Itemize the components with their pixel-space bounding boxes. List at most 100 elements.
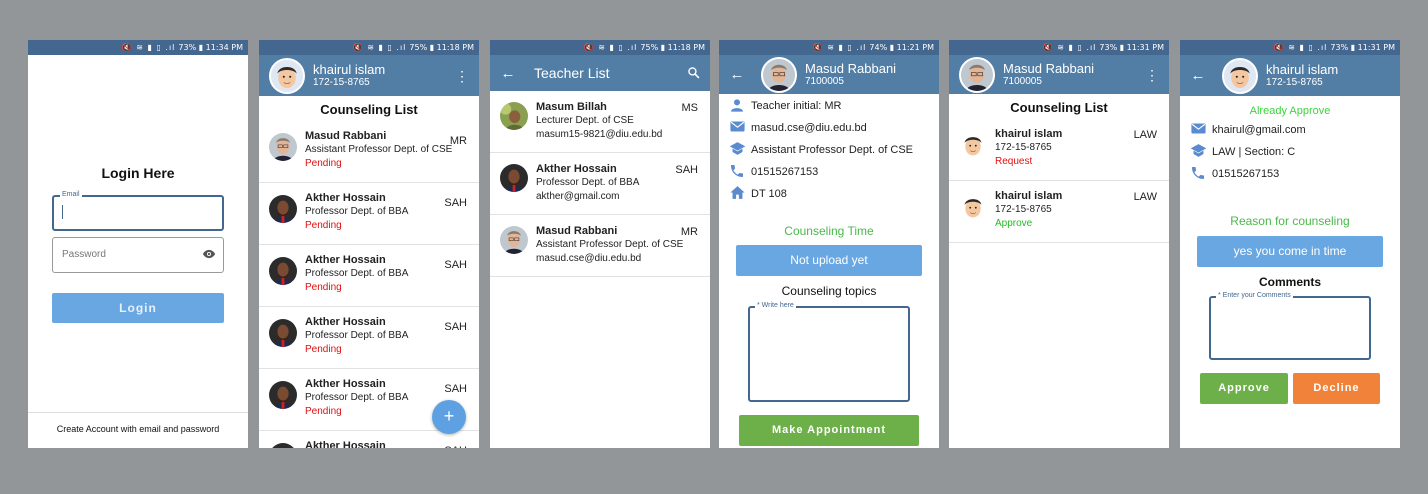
student-avatar [959, 131, 987, 159]
list-item[interactable]: Masud Rabbani Assistant Professor Dept. o… [490, 215, 710, 277]
teacher-list: Masum Billah Lecturer Dept. of CSE masum15… [490, 91, 710, 277]
info-row: masud.cse@diu.edu.bd [727, 117, 931, 139]
user-id: 172-15-8765 [313, 77, 370, 88]
student-avatar [959, 193, 987, 221]
teacher-name: Masud Rabbani [805, 61, 897, 76]
status-bar: 🔇 ≋ ▮ ▯ .ıl 73% ▮ 11:34 PM [28, 40, 248, 55]
avatar [1222, 57, 1258, 94]
student-id: 172-15-8765 [1266, 77, 1323, 88]
teacher-role: Assistant Professor Dept. of CSE [536, 239, 684, 250]
back-arrow-icon[interactable]: ← [727, 66, 747, 83]
student-info: khairul@gmail.com LAW | Section: C 0151526… [1180, 119, 1400, 185]
home-icon [727, 184, 747, 204]
login-screen: 🔇 ≋ ▮ ▯ .ıl 73% ▮ 11:34 PM Login Here Ema… [28, 40, 248, 448]
counseling-time-title: Counseling Time [784, 224, 874, 238]
teacher-avatar [500, 226, 528, 254]
list-item[interactable]: khairul islam 172-15-8765 Request LAW [949, 119, 1169, 181]
list-item[interactable]: Akther Hossain Professor Dept. of BBA Pend… [259, 183, 479, 245]
person-icon [727, 97, 747, 116]
app-bar: ← Teacher List [490, 55, 710, 91]
school-icon [727, 140, 747, 160]
comments-label: * Enter your Comments [1216, 292, 1293, 299]
student-name: khairul islam [1266, 62, 1339, 77]
login-button[interactable]: Login [52, 293, 224, 323]
teacher-initial: SAH [444, 383, 467, 395]
teacher-counseling-screen: 🔇 ≋ ▮ ▯ .ıl 73% ▮ 11:31 PM Masud Rabbani … [949, 40, 1169, 448]
list-item[interactable]: Akther Hossain Professor Dept. of BBA Pend… [259, 307, 479, 369]
status-bar: 🔇 ≋ ▮ ▯ .ıl 73% ▮ 11:31 PM [1180, 40, 1400, 55]
info-row: LAW | Section: C [1188, 141, 1392, 163]
info-text: LAW | Section: C [1212, 146, 1296, 158]
reason-title: Reason for counseling [1230, 214, 1350, 228]
list-item[interactable]: khairul islam 172-15-8765 Approve LAW [949, 181, 1169, 243]
more-vert-icon[interactable]: ⋮ [455, 69, 469, 83]
counseling-time-button[interactable]: Not upload yet [736, 245, 922, 276]
teacher-avatar [500, 102, 528, 130]
teacher-avatar [500, 164, 528, 192]
teacher-initial: MS [681, 102, 699, 114]
login-title: Login Here [101, 165, 175, 181]
status-badge: Pending [305, 158, 342, 169]
info-text: DT 108 [751, 188, 787, 200]
teacher-avatar [269, 443, 297, 448]
back-arrow-icon[interactable]: ← [498, 65, 518, 82]
back-arrow-icon[interactable]: ← [1188, 67, 1208, 84]
user-name: khairul islam [313, 62, 386, 77]
add-fab[interactable]: + [432, 400, 466, 434]
info-text: khairul@gmail.com [1212, 124, 1306, 136]
status-badge: Pending [305, 344, 342, 355]
student-id: 172-15-8765 [995, 142, 1052, 153]
info-row: khairul@gmail.com [1188, 119, 1392, 141]
teacher-email: akther@gmail.com [536, 191, 620, 202]
info-text: 01515267153 [1212, 168, 1280, 180]
phone-icon [727, 163, 747, 182]
info-row: DT 108 [727, 183, 931, 205]
list-item[interactable]: Akther Hossain Professor Dept. of BBA Pend… [259, 245, 479, 307]
page-title: Teacher List [534, 65, 610, 81]
list-item[interactable]: Masud Rabbani Assistant Professor Dept. o… [259, 121, 479, 183]
comments-title: Comments [1258, 275, 1321, 289]
avatar[interactable] [269, 57, 305, 94]
info-row: 01515267153 [1188, 163, 1392, 185]
list-item[interactable]: Masum Billah Lecturer Dept. of CSE masum15… [490, 91, 710, 153]
teacher-name: Masum Billah [536, 101, 607, 113]
item-text: Masum Billah Lecturer Dept. of CSE masum15… [536, 100, 700, 146]
teacher-initial: SAH [675, 164, 698, 176]
visibility-icon[interactable] [202, 247, 216, 261]
info-text: 01515267153 [751, 166, 819, 178]
status-bar: 🔇 ≋ ▮ ▯ .ıl 74% ▮ 11:21 PM [719, 40, 939, 55]
status-bar: 🔇 ≋ ▮ ▯ .ıl 75% ▮ 11:18 PM [259, 40, 479, 55]
status-badge: Request [995, 156, 1033, 167]
password-placeholder: Password [62, 249, 106, 260]
info-text: Assistant Professor Dept. of CSE [751, 144, 914, 156]
decline-button[interactable]: Decline [1293, 373, 1380, 404]
comments-textarea[interactable] [1209, 296, 1371, 360]
password-field[interactable]: Password [52, 237, 224, 273]
approve-button[interactable]: Approve [1200, 373, 1288, 404]
more-vert-icon[interactable]: ⋮ [1145, 68, 1159, 82]
email-field[interactable] [52, 195, 224, 231]
topics-label: * Write here [755, 302, 796, 309]
page-title: Counseling List [320, 102, 418, 117]
teacher-role: Assistant Professor Dept. of CSE [305, 144, 453, 155]
teacher-email: masud.cse@diu.edu.bd [536, 253, 642, 264]
phone-icon [1188, 165, 1208, 184]
avatar[interactable] [959, 56, 995, 93]
app-bar: Masud Rabbani 7100005 ⋮ [949, 55, 1169, 94]
teacher-email: masum15-9821@diu.edu.bd [536, 129, 663, 140]
topics-textarea[interactable] [748, 306, 910, 402]
item-text: Masud Rabbani Assistant Professor Dept. o… [536, 224, 700, 270]
teacher-avatar [269, 257, 297, 285]
app-bar: khairul islam 172-15-8765 ⋮ [259, 55, 479, 96]
teacher-id: 7100005 [1003, 76, 1042, 87]
teacher-name: Masud Rabbani [1003, 61, 1095, 76]
add-icon: + [443, 406, 455, 426]
teacher-info: Teacher initial: MR masud.cse@diu.edu.bd A… [719, 95, 939, 205]
make-appointment-button[interactable]: Make Appointment [739, 415, 919, 446]
footer-divider [28, 412, 248, 413]
create-account-link[interactable]: Create Account with email and password [28, 424, 248, 434]
department-code: LAW [1133, 191, 1157, 203]
department-code: LAW [1133, 129, 1157, 141]
list-item[interactable]: Akther Hossain Professor Dept. of BBA akth… [490, 153, 710, 215]
search-icon[interactable] [687, 66, 700, 79]
